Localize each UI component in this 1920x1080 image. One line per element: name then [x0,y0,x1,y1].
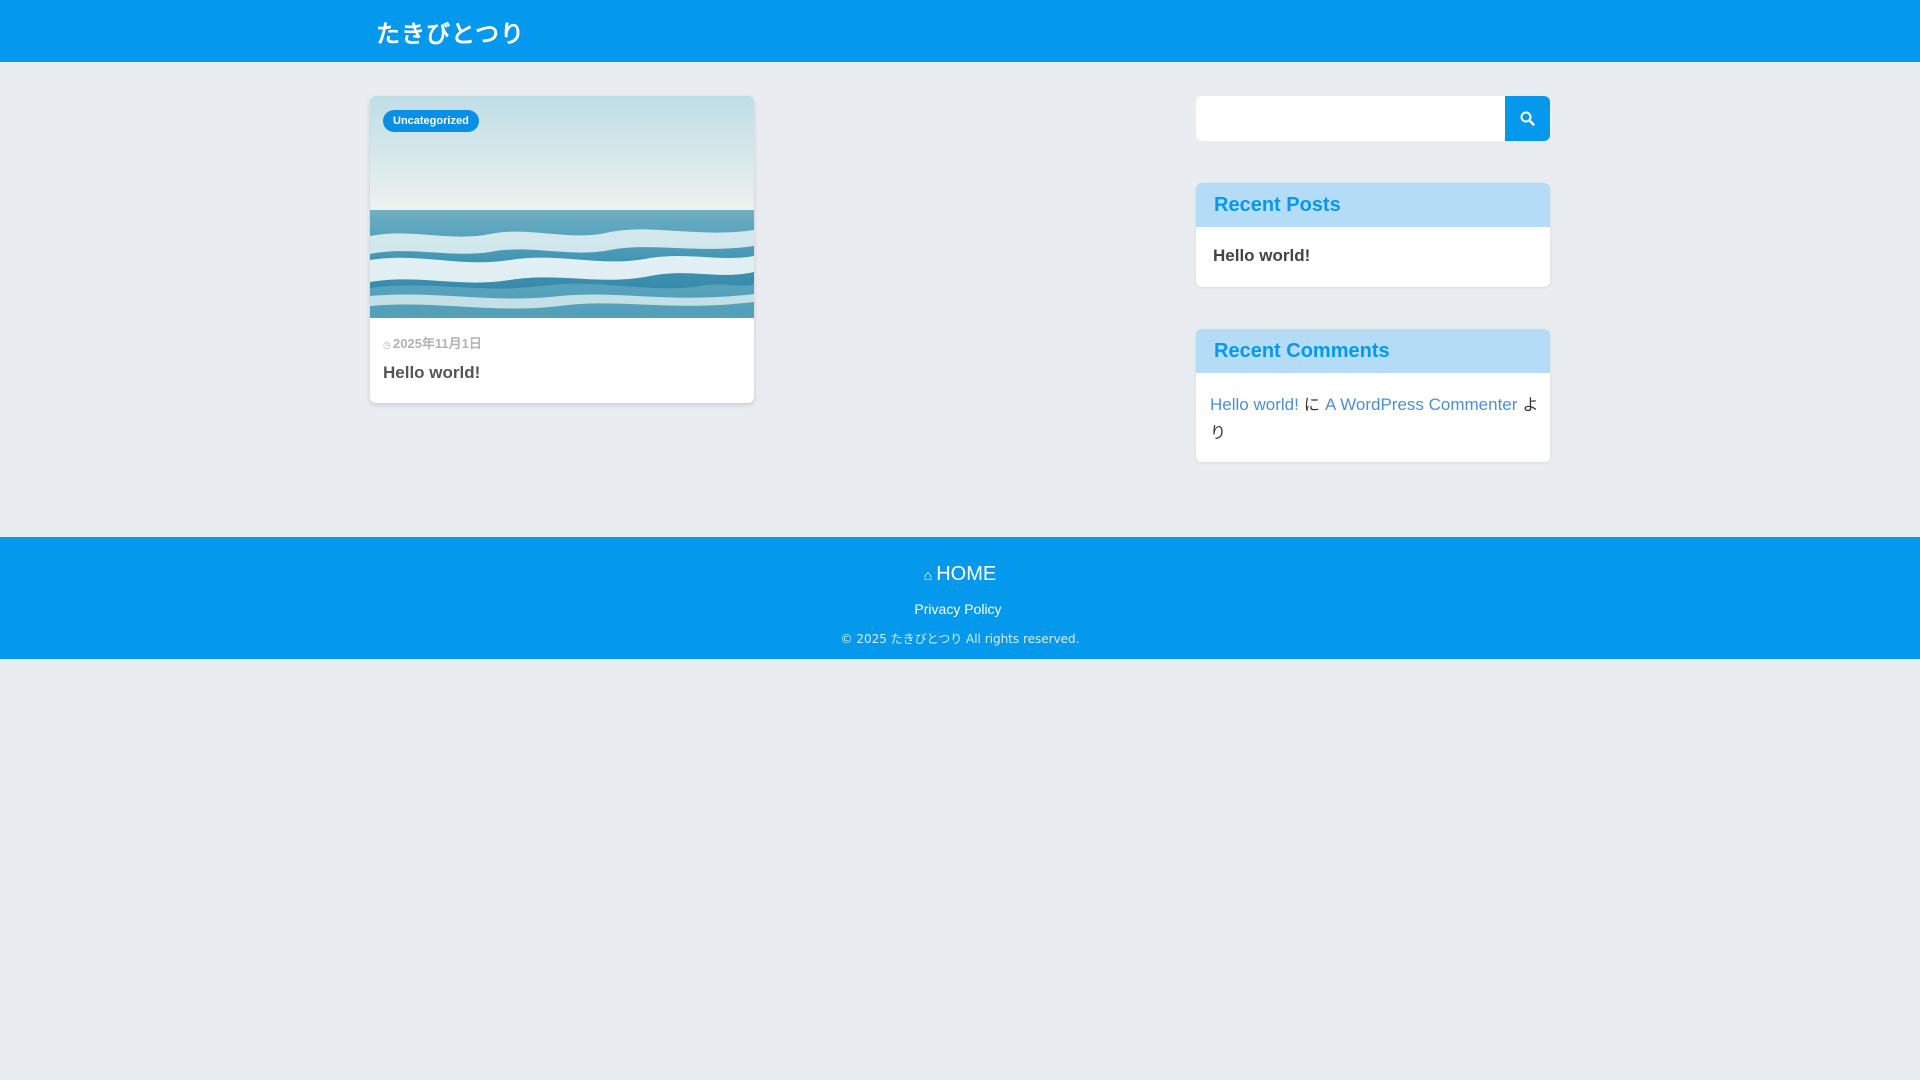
recent-posts-heading: Recent Posts [1196,183,1550,227]
search-icon [1520,111,1535,126]
privacy-policy-link[interactable]: Privacy Policy [0,601,1916,617]
recent-comments-heading: Recent Comments [1196,329,1550,373]
comment-connector: に [1303,395,1320,414]
comment-author-link[interactable]: A WordPress Commenter [1325,395,1517,414]
post-date-text: 2025年11月1日 [393,336,482,351]
clock-icon: ◷ [383,340,391,350]
comment-post-link[interactable]: Hello world! [1210,395,1299,414]
recent-comment-item: Hello world! に A WordPress Commenter より [1210,391,1540,447]
search-button[interactable] [1505,96,1550,141]
footer-home-link[interactable]: ⌂ HOME [0,563,1920,586]
post-date: ◷ 2025年11月1日 [383,333,482,352]
home-icon: ⌂ [923,567,933,583]
footer-home-label: HOME [936,563,997,585]
ocean-waves-image[interactable]: Uncategorized [370,96,754,318]
recent-posts-widget: Recent Posts Hello world! [1196,183,1550,287]
site-footer: ⌂ HOME Privacy Policy © 2025 たきびとつり All r… [0,537,1920,659]
post-title[interactable]: Hello world! [383,363,480,383]
site-header: たきびとつり [0,0,1920,62]
category-badge[interactable]: Uncategorized [383,110,479,132]
site-title-link[interactable]: たきびとつり [376,14,525,49]
search-input[interactable] [1196,96,1506,141]
search-form [1196,96,1550,141]
recent-comments-widget: Recent Comments Hello world! に A WordPre… [1196,329,1550,462]
post-card[interactable]: Uncategorized ◷ 2025年11月1日 Hello world! [370,96,754,403]
recent-post-link[interactable]: Hello world! [1213,246,1310,266]
copyright-text: © 2025 たきびとつり All rights reserved. [840,632,1080,646]
